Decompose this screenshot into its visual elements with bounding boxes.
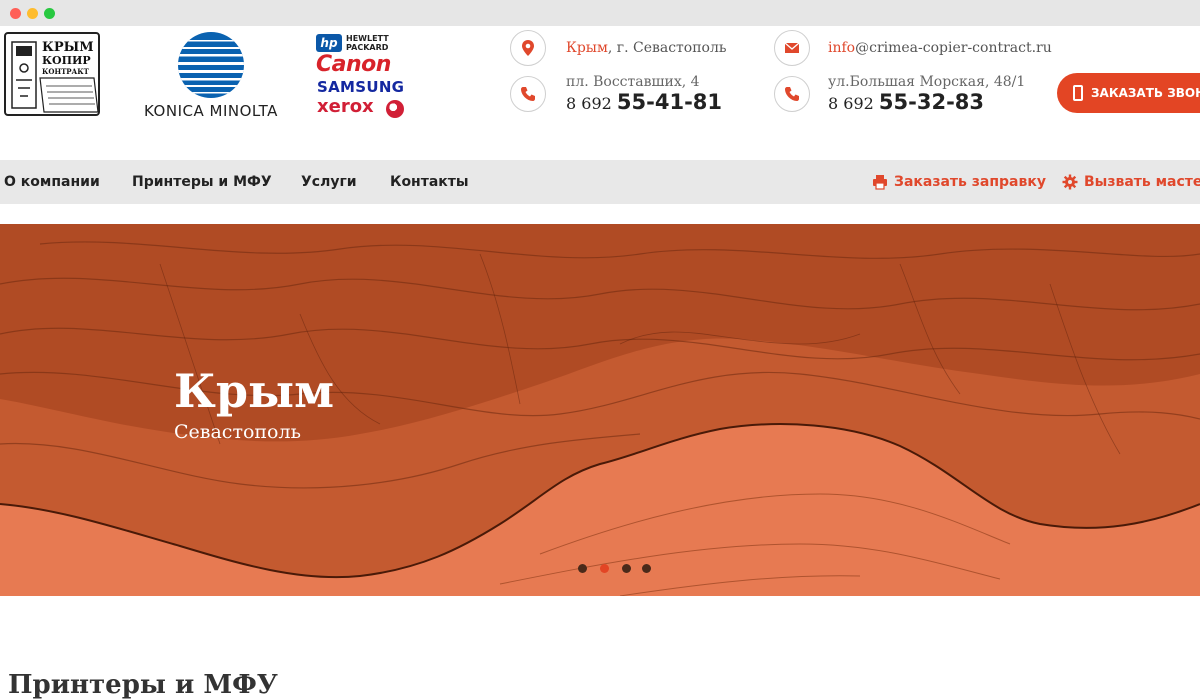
location-city: , г. Севастополь — [607, 40, 727, 56]
nav-item-printers[interactable]: Принтеры и МФУ — [132, 160, 272, 204]
xerox-ball-icon — [386, 100, 404, 118]
gear-icon — [1062, 174, 1078, 190]
phone-icon — [774, 76, 810, 112]
logo-line-3: КОНТРАКТ — [42, 67, 89, 76]
xerox-wordmark: xerox — [317, 96, 374, 117]
minimize-window-dot[interactable] — [27, 8, 38, 19]
konica-wordmark: KONICA MINOLTA — [144, 102, 278, 120]
location-region: Крым — [566, 40, 608, 56]
slider-dot-3[interactable] — [622, 564, 631, 573]
nav-item-about[interactable]: О компании — [4, 160, 100, 204]
konica-globe-icon — [178, 32, 244, 98]
section-title: Принтеры и МФУ — [8, 670, 278, 700]
canon-wordmark: Canon — [316, 52, 391, 77]
office-2-phone[interactable]: 8 692 55-32-83 — [828, 90, 984, 114]
call-master-label: Вызвать мастера — [1084, 174, 1200, 190]
samsung-wordmark: SAMSUNG — [317, 78, 405, 96]
slider-dot-1[interactable] — [578, 564, 587, 573]
slider-dot-2[interactable] — [600, 564, 609, 573]
office-1-phone[interactable]: 8 692 55-41-81 — [566, 90, 722, 114]
office-1-address: пл. Восставших, 4 — [566, 74, 700, 90]
office-2-phone-code: 8 692 — [828, 94, 874, 113]
browser-chrome — [0, 0, 1200, 26]
hp-line-2: PACKARD — [346, 43, 389, 52]
main-nav: О компании Принтеры и МФУ Услуги Контакт… — [0, 160, 1200, 204]
nav-item-contacts[interactable]: Контакты — [390, 160, 469, 204]
logo-line-2: КОПИР — [42, 54, 91, 67]
partner-brands-logo: hp HEWLETT PACKARD Canon SAMSUNG xerox — [314, 32, 408, 118]
office-2-phone-number: 55-32-83 — [878, 90, 985, 114]
order-refill-link[interactable]: Заказать заправку — [872, 160, 1046, 204]
slider-dot-4[interactable] — [642, 564, 651, 573]
maximize-window-dot[interactable] — [44, 8, 55, 19]
hero-slider: Крым Севастополь — [0, 224, 1200, 596]
nav-item-services[interactable]: Услуги — [301, 160, 357, 204]
email-domain: @crimea-copier-contract.ru — [855, 40, 1052, 56]
hp-line-1: HEWLETT — [346, 34, 389, 43]
office-2-address: ул.Большая Морская, 48/1 — [828, 74, 1026, 90]
phone-icon — [510, 76, 546, 112]
logo-line-1: КРЫМ — [42, 40, 94, 55]
konica-minolta-logo: KONICA MINOLTA — [138, 32, 284, 120]
email-user: info — [828, 40, 856, 56]
hero-subtitle: Севастополь — [174, 421, 301, 443]
email-link[interactable]: info@crimea-copier-contract.ru — [828, 40, 1052, 56]
office-1-phone-number: 55-41-81 — [616, 90, 723, 114]
hp-badge: hp — [316, 34, 342, 52]
hero-title: Крым — [174, 364, 335, 418]
mobile-phone-icon — [1073, 85, 1083, 101]
office-1-phone-code: 8 692 — [566, 94, 612, 113]
call-master-link[interactable]: Вызвать мастера — [1062, 160, 1200, 204]
site-header: КРЫМ КОПИР КОНТРАКТ KONICA MINOLTA hp HE… — [0, 26, 1200, 160]
order-callback-label: ЗАКАЗАТЬ ЗВОНОК — [1091, 86, 1200, 100]
location-text: Крым, г. Севастополь — [566, 40, 727, 56]
map-pin-icon — [510, 30, 546, 66]
order-refill-label: Заказать заправку — [894, 174, 1046, 190]
printer-icon — [873, 175, 887, 190]
mail-icon — [774, 30, 810, 66]
company-logo[interactable]: КРЫМ КОПИР КОНТРАКТ — [4, 32, 100, 116]
close-window-dot[interactable] — [10, 8, 21, 19]
order-callback-button[interactable]: ЗАКАЗАТЬ ЗВОНОК — [1057, 73, 1200, 113]
